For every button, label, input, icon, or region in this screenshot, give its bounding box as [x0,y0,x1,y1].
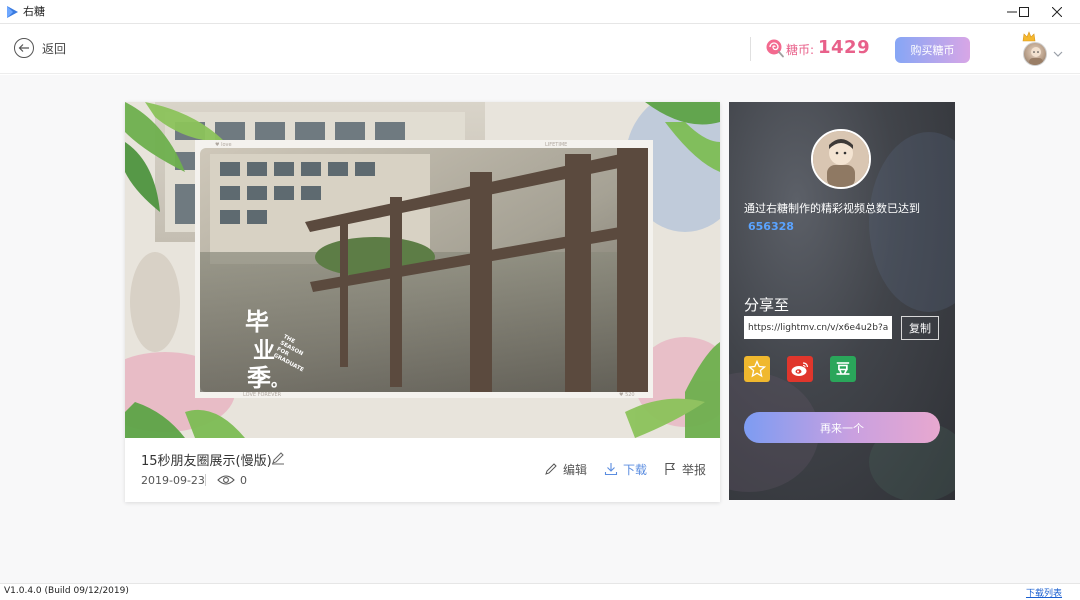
share-total-count: 656328 [748,220,794,233]
coin-label: 糖币: [786,43,815,57]
edit-title-pencil-icon[interactable] [271,451,285,465]
qzone-icon [748,360,766,378]
download-button[interactable]: 下载 [604,461,647,477]
coin-balance: 1429 [818,37,871,58]
share-heading: 分享至 [744,296,790,314]
app-header: 返回 糖币: 1429 购买糖币 [0,24,1080,74]
video-title: 15秒朋友圈展示(慢版) [141,454,272,469]
close-icon [1052,7,1062,17]
download-list-link[interactable]: 下载列表 [1026,586,1062,599]
share-douban-button[interactable]: 豆 [830,356,856,382]
preview-title-char-2: 业 [253,338,275,364]
version-info: V1.0.4.0 (Build 09/12/2019) [4,586,129,596]
douban-icon: 豆 [836,362,850,378]
share-qzone-button[interactable] [744,356,770,382]
main-content: ♥ love LIFETIME LOVE FOREVER ♥ 520 毕 业 季… [0,75,1080,583]
user-menu[interactable] [1020,28,1068,68]
share-panel: 通过右糖制作的精彩视频总数已达到 656328 分享至 复制 豆 再来一个 [729,102,955,500]
edit-button[interactable]: 编辑 [544,461,587,477]
video-card: ♥ love LIFETIME LOVE FOREVER ♥ 520 毕 业 季… [125,102,720,502]
copy-button[interactable]: 复制 [901,316,939,340]
close-button[interactable] [1034,0,1080,24]
buy-coins-button[interactable]: 购买糖币 [895,37,970,63]
back-button[interactable]: 返回 [14,36,66,60]
report-button[interactable]: 举报 [663,461,706,477]
preview-label-520: ♥ 520 [619,392,635,398]
share-avatar [811,129,871,189]
download-label: 下载 [623,462,648,477]
report-label: 举报 [682,462,707,477]
video-date: 2019-09-23 [141,474,205,487]
meta-divider [205,474,206,486]
make-another-button[interactable]: 再来一个 [744,412,940,443]
status-bar: V1.0.4.0 (Build 09/12/2019) 下载列表 [0,583,1080,600]
crown-icon [1022,31,1036,42]
pencil-icon [545,463,557,475]
share-message: 通过右糖制作的精彩视频总数已达到 [744,202,920,215]
preview-label-forever: LOVE FOREVER [243,392,282,398]
share-weibo-button[interactable] [787,356,813,382]
preview-title-char-1: 毕 [245,307,269,336]
candy-coin-icon [766,39,784,58]
eye-icon [217,475,235,485]
edit-label: 编辑 [563,462,588,477]
preview-title-char-4: 。 [271,371,287,390]
preview-label-lifetime: LIFETIME [545,142,567,148]
flag-icon [665,462,676,475]
chevron-down-icon [1053,51,1063,57]
window-title: 右糖 [23,5,45,18]
avatar [1023,42,1047,66]
video-preview[interactable]: ♥ love LIFETIME LOVE FOREVER ♥ 520 毕 业 季… [125,102,720,438]
preview-label-love: ♥ love [215,142,232,148]
title-bar: 右糖 [0,0,1080,24]
header-divider [750,37,751,61]
back-label: 返回 [42,41,67,56]
view-count: 0 [240,474,247,487]
maximize-icon [1019,7,1029,17]
download-icon [604,463,618,476]
preview-title-char-3: 季 [247,363,271,392]
app-logo-icon [7,6,18,18]
share-link-input[interactable] [744,316,892,339]
weibo-icon [791,362,809,376]
back-arrow-icon [14,38,34,58]
